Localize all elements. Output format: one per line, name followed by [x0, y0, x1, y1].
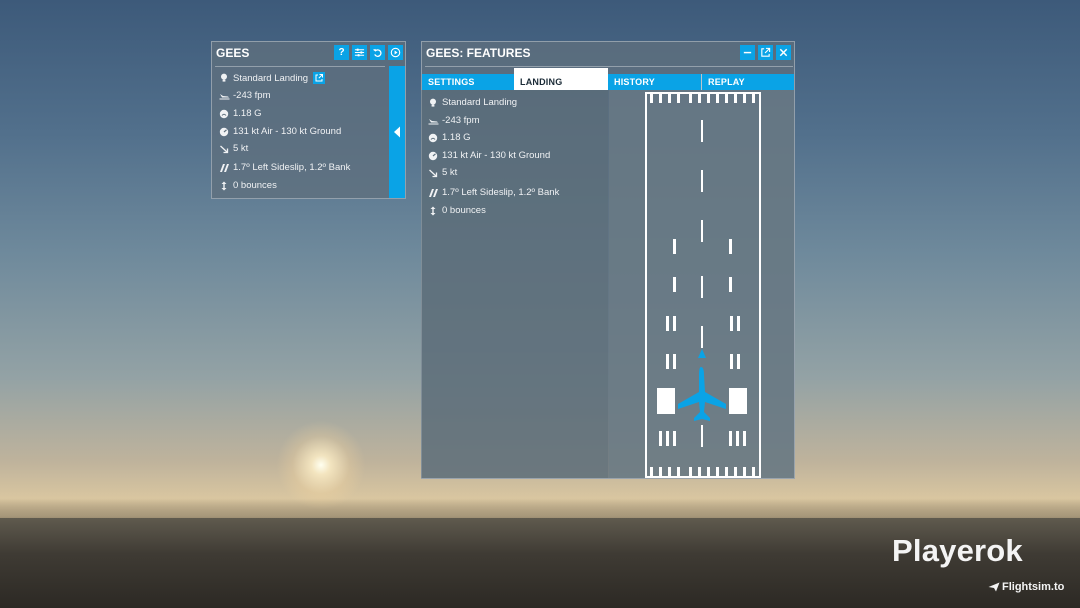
stat-vertical-speed: -243 fpm — [218, 90, 271, 101]
watermark-brand: Playerok — [892, 533, 1023, 568]
threshold-top — [650, 94, 755, 103]
stat-g-force: 1.18 G — [427, 132, 471, 143]
expand-panel-button[interactable] — [389, 66, 405, 198]
landing-plane-icon — [218, 91, 230, 100]
features-tabbar: SETTINGS LANDING HISTORY REPLAY — [422, 68, 794, 90]
speed-icon — [218, 127, 230, 137]
tab-history[interactable]: HISTORY — [608, 74, 701, 90]
stat-sideslip: 1.7º Left Sideslip, 1.2º Bank — [427, 187, 559, 198]
external-link-icon — [761, 47, 771, 57]
stat-landing-type: Standard Landing — [427, 97, 517, 108]
threshold-bottom — [650, 467, 755, 476]
undo-icon — [372, 48, 382, 57]
chevron-left-icon — [394, 126, 400, 138]
stat-vertical-speed: -243 fpm — [427, 115, 480, 126]
watermark-site: Flightsim.to — [988, 581, 1064, 593]
help-button[interactable]: ? — [334, 45, 349, 60]
wind-arrow-icon — [427, 168, 439, 178]
gees-mini-titlebar[interactable]: GEES ? — [212, 42, 405, 64]
features-title: GEES: FEATURES — [426, 46, 531, 60]
airplane-icon — [678, 367, 726, 421]
stat-bounces: 0 bounces — [427, 205, 486, 216]
gauge-icon — [427, 133, 439, 143]
runway-visualization — [609, 90, 794, 478]
landing-stats-list: Standard Landing -243 fpm 1.18 G 131 kt … — [421, 90, 608, 478]
close-icon — [779, 48, 788, 57]
tab-settings[interactable]: SETTINGS — [422, 74, 514, 90]
stat-g-force: 1.18 G — [218, 108, 262, 119]
stat-sideslip: 1.7º Left Sideslip, 1.2º Bank — [218, 162, 350, 173]
stat-wind: 5 kt — [427, 167, 457, 178]
close-button[interactable] — [776, 45, 791, 60]
stat-landing-type: Standard Landing — [218, 72, 326, 84]
runway-diagram — [645, 92, 761, 478]
external-link-icon[interactable] — [313, 72, 326, 84]
bulb-icon — [427, 98, 439, 108]
speed-icon — [427, 151, 439, 161]
sliders-icon — [354, 48, 365, 57]
play-icon — [390, 47, 401, 58]
stat-wind: 5 kt — [218, 143, 248, 154]
landing-plane-icon — [427, 116, 439, 125]
tab-landing[interactable]: LANDING — [514, 68, 608, 90]
bounce-icon — [218, 181, 230, 191]
gees-mini-panel: GEES ? Standard Landing -243 fpm 1.18 G — [211, 41, 406, 199]
reset-button[interactable] — [370, 45, 385, 60]
minimize-icon — [743, 51, 752, 54]
popout-button[interactable] — [758, 45, 773, 60]
sideslip-icon — [427, 188, 439, 198]
bulb-icon — [218, 73, 230, 83]
paper-plane-icon — [988, 582, 1000, 592]
play-button[interactable] — [388, 45, 403, 60]
settings-sliders-button[interactable] — [352, 45, 367, 60]
tab-replay[interactable]: REPLAY — [702, 74, 794, 90]
minimize-button[interactable] — [740, 45, 755, 60]
stat-airspeed: 131 kt Air - 130 kt Ground — [427, 150, 550, 161]
stat-bounces: 0 bounces — [218, 180, 277, 191]
sideslip-icon — [218, 163, 230, 173]
stat-airspeed: 131 kt Air - 130 kt Ground — [218, 126, 341, 137]
wind-arrow-icon — [218, 144, 230, 154]
gauge-icon — [218, 109, 230, 119]
features-titlebar[interactable]: GEES: FEATURES — [422, 42, 794, 64]
bounce-icon — [427, 206, 439, 216]
direction-arrow-icon — [698, 349, 706, 358]
gees-mini-title: GEES — [216, 46, 250, 60]
